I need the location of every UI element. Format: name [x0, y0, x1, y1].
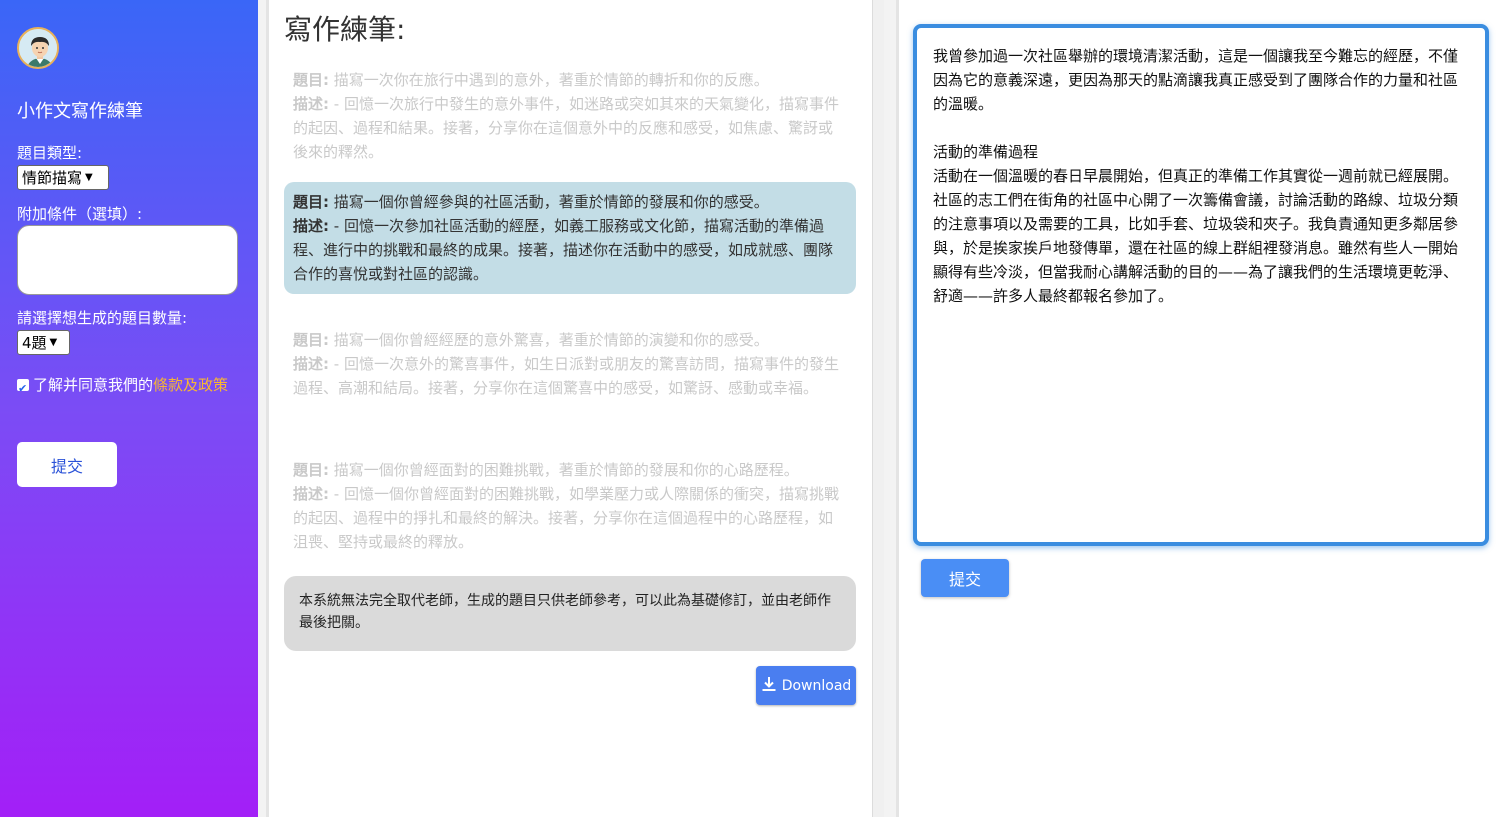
avatar[interactable] — [17, 27, 59, 69]
essay-submit-button[interactable]: 提交 — [921, 559, 1009, 597]
disclaimer-note: 本系統無法完全取代老師，生成的題目只供老師參考，可以此為基礎修訂，並由老師作最後… — [284, 576, 856, 651]
middle-scrollbar[interactable] — [872, 0, 884, 817]
terms-agreement: 了解并同意我們的條款及政策 — [17, 372, 237, 402]
desc-text: - 回憶一次旅行中發生的意外事件，如迷路或突如其來的天氣變化，描寫事件的起因、過… — [293, 95, 839, 161]
topic-card[interactable]: 題目: 描寫一個你曾經經歷的意外驚喜，著重於情節的演變和你的感受。 描述: - … — [284, 320, 856, 408]
desc-label: 描述: — [293, 485, 329, 503]
topic-text: 描寫一次你在旅行中遇到的意外，著重於情節的轉折和你的反應。 — [333, 71, 769, 89]
count-value: 4題 — [22, 334, 47, 352]
desc-label: 描述: — [293, 355, 329, 373]
topics-panel: 寫作練筆: 題目: 描寫一次你在旅行中遇到的意外，著重於情節的轉折和你的反應。 … — [269, 0, 872, 817]
app-title: 小作文寫作練筆 — [17, 101, 143, 122]
topic-label: 題目: — [293, 71, 329, 89]
terms-text: 了解并同意我們的 — [33, 376, 154, 394]
desc-label: 描述: — [293, 217, 329, 235]
extra-conditions-label: 附加條件（選填）: — [17, 205, 143, 223]
topic-label: 題目: — [293, 331, 329, 349]
count-select[interactable]: 4題 ▼ — [17, 330, 70, 355]
desc-text: - 回憶一次意外的驚喜事件，如生日派對或朋友的驚喜訪問，描寫事件的發生過程、高潮… — [293, 355, 839, 397]
sidebar-submit-button[interactable]: 提交 — [17, 442, 117, 487]
topic-type-select[interactable]: 情節描寫 ▼ — [17, 165, 109, 190]
page-title: 寫作練筆: — [284, 13, 406, 46]
topic-card[interactable]: 題目: 描寫一次你在旅行中遇到的意外，著重於情節的轉折和你的反應。 描述: - … — [284, 60, 856, 172]
topic-card[interactable]: 題目: 描寫一個你曾經面對的困難挑戰，著重於情節的發展和你的心路歷程。 描述: … — [284, 450, 856, 562]
topic-label: 題目: — [293, 193, 329, 211]
topic-text: 描寫一個你曾經面對的困難挑戰，著重於情節的發展和你的心路歷程。 — [333, 461, 799, 479]
desc-text: - 回憶一個你曾經面對的困難挑戰，如學業壓力或人際關係的衝突，描寫挑戰的起因、過… — [293, 485, 839, 551]
desc-label: 描述: — [293, 95, 329, 113]
download-button[interactable]: Download — [756, 666, 856, 705]
essay-textarea[interactable]: 我曾參加過一次社區舉辦的環境清潔活動，這是一個讓我至今難忘的經歷，不僅因為它的意… — [913, 24, 1489, 546]
topic-type-label: 題目類型: — [17, 144, 83, 162]
chevron-down-icon: ▼ — [85, 172, 93, 183]
count-label: 請選擇想生成的題目數量: — [17, 309, 188, 327]
topic-text: 描寫一個你曾經經歷的意外驚喜，著重於情節的演變和你的感受。 — [333, 331, 769, 349]
desc-text: - 回憶一次參加社區活動的經歷，如義工服務或文化節，描寫活動的準備過程、進行中的… — [293, 217, 834, 283]
topic-type-value: 情節描寫 — [22, 169, 83, 187]
extra-conditions-input[interactable] — [17, 225, 238, 295]
essay-panel: 我曾參加過一次社區舉辦的環境清潔活動，這是一個讓我至今難忘的經歷，不僅因為它的意… — [899, 0, 1510, 817]
chevron-down-icon: ▼ — [49, 337, 58, 348]
sidebar: 小作文寫作練筆 題目類型: 情節描寫 ▼ 附加條件（選填）: 請選擇想生成的題目… — [0, 0, 258, 817]
terms-checkbox[interactable] — [17, 376, 29, 402]
download-label: Download — [781, 677, 852, 694]
app: 小作文寫作練筆 題目類型: 情節描寫 ▼ 附加條件（選填）: 請選擇想生成的題目… — [0, 0, 1510, 817]
terms-link[interactable]: 條款及政策 — [153, 376, 228, 394]
topic-card-selected[interactable]: 題目: 描寫一個你曾經參與的社區活動，著重於情節的發展和你的感受。 描述: - … — [284, 182, 856, 294]
topic-text: 描寫一個你曾經參與的社區活動，著重於情節的發展和你的感受。 — [333, 193, 769, 211]
topic-label: 題目: — [293, 461, 329, 479]
download-icon — [761, 676, 777, 696]
